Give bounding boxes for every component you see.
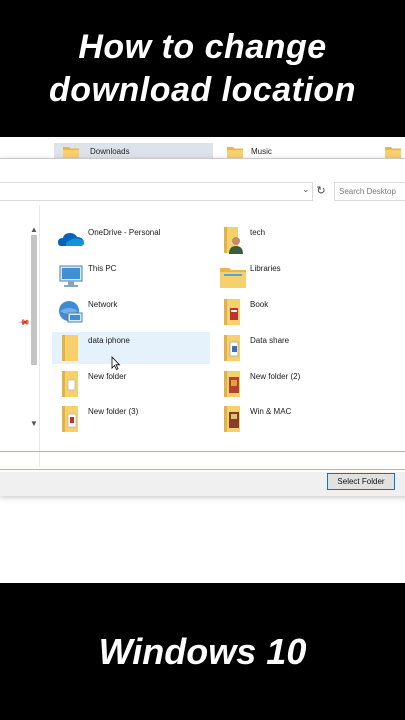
list-item-win-mac[interactable]: Win & MAC [214, 403, 372, 435]
item-label: data iphone [88, 336, 130, 345]
mouse-cursor-icon [111, 356, 121, 370]
scroll-up-arrow[interactable]: ▲ [30, 225, 38, 234]
scrollbar-thumb[interactable] [31, 235, 37, 365]
item-label: New folder [88, 372, 127, 381]
video-footer: Windows 10 [98, 631, 307, 672]
quick-access-strip: Downloads Music [0, 137, 405, 161]
folder-icon [224, 299, 240, 325]
item-label: Book [250, 300, 269, 309]
search-input[interactable]: Search Desktop [334, 182, 405, 201]
video-title: How to change download location [49, 28, 356, 109]
address-bar[interactable] [0, 182, 313, 201]
explorer-screen: Downloads Music ⌄ ↻ Search Desktop 📌 ▲ ▼ [0, 137, 405, 583]
list-item-network[interactable]: Network [52, 296, 210, 328]
quick-access-music-label: Music [251, 147, 272, 156]
folder-icon [385, 147, 401, 159]
folder-icon [224, 335, 240, 361]
folder-icon [227, 147, 243, 159]
onedrive-icon [58, 233, 84, 246]
list-item-libraries[interactable]: Libraries [214, 260, 372, 292]
list-item-new-folder-3[interactable]: New folder (3) [52, 403, 210, 435]
scroll-down-arrow[interactable]: ▼ [30, 419, 38, 428]
folder-name-bar[interactable] [0, 451, 405, 470]
network-icon [59, 301, 83, 323]
select-folder-button[interactable]: Select Folder [327, 473, 395, 490]
quick-access-downloads-label: Downloads [90, 147, 130, 156]
this-pc-icon [59, 265, 83, 287]
address-row: ⌄ ↻ Search Desktop [0, 182, 405, 201]
libraries-icon [220, 268, 246, 288]
refresh-icon[interactable]: ↻ [315, 184, 327, 198]
list-item-new-folder[interactable]: New folder [52, 368, 210, 400]
item-label: New folder (2) [250, 372, 301, 381]
list-item-data-iphone[interactable]: data iphone [52, 332, 210, 364]
folder-icon [224, 371, 240, 397]
folder-icon [224, 406, 240, 432]
chevron-down-icon[interactable]: ⌄ [302, 184, 310, 195]
list-item-data-share[interactable]: Data share [214, 332, 372, 364]
list-item-onedrive[interactable]: OneDrive - Personal [52, 224, 210, 256]
item-label: Network [88, 300, 118, 309]
item-label: Data share [250, 336, 290, 345]
folder-icon [63, 147, 79, 159]
item-label: Win & MAC [250, 407, 292, 416]
item-label: Libraries [250, 264, 281, 273]
list-item-tech[interactable]: tech [214, 224, 372, 256]
folder-icon [62, 406, 78, 432]
item-label: tech [250, 228, 266, 237]
list-item-new-folder-2[interactable]: New folder (2) [214, 368, 372, 400]
list-item-this-pc[interactable]: This PC [52, 260, 210, 292]
user-folder-icon [224, 227, 243, 254]
pin-icon: 📌 [17, 315, 31, 330]
folder-icon [62, 371, 78, 397]
list-item-book[interactable]: Book [214, 296, 372, 328]
item-label: This PC [88, 264, 117, 273]
folder-icon [62, 335, 78, 361]
item-label: New folder (3) [88, 407, 139, 416]
item-label: OneDrive - Personal [88, 228, 161, 237]
